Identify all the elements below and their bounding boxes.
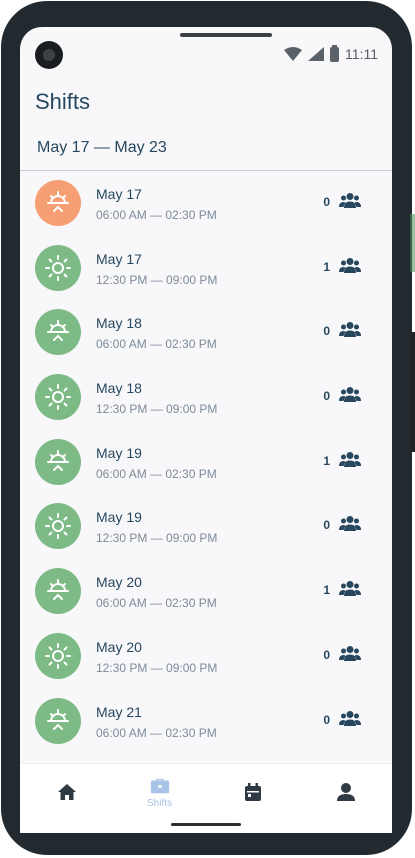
briefcase-icon [150,778,169,793]
people-icon [339,645,361,661]
shift-type-badge [35,374,81,421]
shift-date: May 17 [96,250,142,267]
shift-type-badge [35,244,81,291]
shift-date: May 17 [96,186,142,202]
shift-date: May 20 [96,574,142,591]
people-icon [339,451,361,467]
shift-row[interactable]: May 19 06:00 AM — 02:30 PM 1 [20,431,392,496]
shift-time: 12:30 PM — 09:00 PM [96,402,218,417]
shift-type-badge [35,309,81,356]
shift-type-badge [35,503,81,550]
shift-type-badge [35,697,81,744]
shift-time: 12:30 PM — 09:00 PM [96,660,218,675]
people-icon [339,192,361,208]
shift-row[interactable]: May 18 12:30 PM — 09:00 PM 0 [20,366,392,431]
shift-type-badge [35,438,81,485]
shift-date: May 21 [96,703,142,720]
speaker-slot [180,33,272,37]
wifi-icon [284,47,303,61]
people-icon [339,386,361,403]
shift-row[interactable]: May 21 06:00 AM — 02:30 PM 0 [20,690,392,755]
shift-time: 12:30 PM — 09:00 PM [96,272,218,287]
shift-date: May 19 [96,509,142,526]
page-title: Shifts [35,89,91,114]
bottom-nav: Shifts [20,763,392,819]
shift-time: 06:00 AM — 02:30 PM [96,208,217,222]
shift-date: May 19 [96,444,142,461]
tab-home[interactable] [20,764,113,819]
status-bar: 11:11 [284,44,378,62]
shift-time: 12:30 PM — 09:00 PM [96,531,218,546]
shift-time: 06:00 AM — 02:30 PM [96,596,217,611]
people-icon [339,580,361,597]
home-gesture-handle[interactable] [171,823,241,826]
staff-count: 0 [323,518,330,533]
shift-type-badge [35,568,81,615]
staff-count: 0 [323,324,330,339]
shift-row[interactable]: May 17 06:00 AM — 02:30 PM 0 [20,172,392,237]
staff-count: 1 [323,453,330,468]
shift-row[interactable]: May 19 12:30 PM — 09:00 PM 0 [20,495,392,560]
people-icon [339,515,361,532]
week-range[interactable]: May 17 — May 23 [37,139,167,157]
home-icon [57,784,76,800]
people-icon [339,257,361,273]
shift-date: May 20 [96,638,142,655]
tab-profile[interactable] [299,764,392,819]
camera-icon [35,41,63,69]
shift-date: May 18 [96,380,142,397]
shift-date: May 18 [96,315,142,332]
shift-time: 06:00 AM — 02:30 PM [96,725,217,740]
shift-type-badge [35,180,81,226]
shift-row[interactable]: May 20 06:00 AM — 02:30 PM 1 [20,560,392,625]
tab-shifts[interactable]: Shifts [113,764,206,819]
tab-calendar[interactable] [206,764,299,819]
power-button [410,332,415,452]
shift-time: 06:00 AM — 02:30 PM [96,337,217,352]
tab-shifts-label: Shifts [146,797,172,809]
shift-list: May 17 06:00 AM — 02:30 PM 0 May 17 12:30 PM… [20,172,392,754]
side-button [410,214,415,272]
screen: 11:11 Shifts May 17 — May 23 May 17 06:00… [20,27,392,819]
person-icon [336,783,355,801]
battery-icon [330,44,340,62]
shift-row[interactable]: May 20 12:30 PM — 09:00 PM 0 [20,625,392,690]
status-time: 11:11 [345,46,378,62]
signal-icon [308,47,325,61]
shift-row[interactable]: May 17 12:30 PM — 09:00 PM 1 [20,237,392,302]
shift-type-badge [35,632,81,679]
divider [20,170,392,171]
staff-count: 0 [323,647,330,662]
staff-count: 0 [323,712,330,727]
staff-count: 0 [323,389,330,404]
staff-count: 1 [323,583,330,598]
staff-count: 1 [323,259,330,274]
people-icon [339,710,361,726]
staff-count: 0 [323,195,330,209]
system-nav-bar [20,819,392,833]
shift-row[interactable]: May 18 06:00 AM — 02:30 PM 0 [20,301,392,366]
people-icon [339,321,361,338]
calendar-icon [244,783,261,801]
shift-time: 06:00 AM — 02:30 PM [96,466,217,481]
